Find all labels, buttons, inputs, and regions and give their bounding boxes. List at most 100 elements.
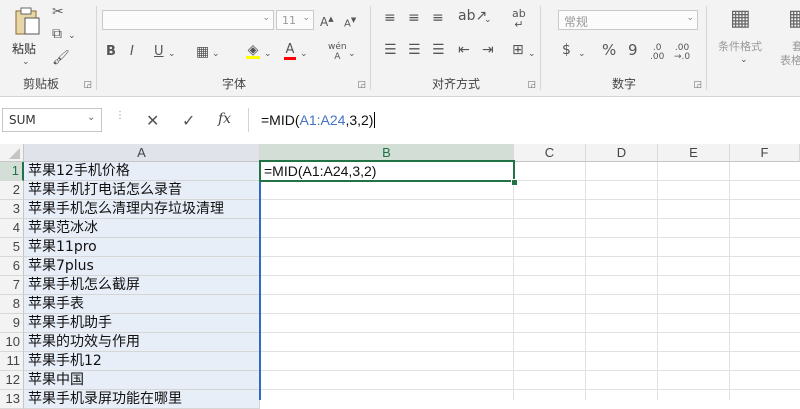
font-color-dropdown-icon[interactable]: ⌄: [300, 46, 308, 62]
row-header[interactable]: 2: [0, 181, 24, 200]
conditional-dropdown-icon[interactable]: ⌄: [740, 52, 748, 68]
insert-function-icon[interactable]: fx: [218, 111, 231, 127]
active-cell-b1[interactable]: =MID(A1:A24,3,2): [259, 160, 515, 182]
gridline: [513, 162, 514, 400]
copy-icon[interactable]: ⧉: [52, 26, 62, 42]
cell-a9[interactable]: 苹果手机助手: [24, 314, 260, 333]
row-header[interactable]: 9: [0, 314, 24, 333]
currency-dropdown-icon[interactable]: ⌄: [578, 46, 586, 62]
row-header[interactable]: 6: [0, 257, 24, 276]
alignment-group: ≡ ≡ ≡ ab↗ ⌄ ab ↵ ☰ ☰ ☰ ⇤ ⇥ ⊞ ⌄ 对齐方式 ◲: [372, 0, 540, 96]
copy-dropdown-icon[interactable]: ⌄: [68, 28, 76, 44]
cell-a2[interactable]: 苹果手机打电话怎么录音: [24, 181, 260, 200]
row-header[interactable]: 1: [0, 162, 24, 181]
cell-a5[interactable]: 苹果11pro: [24, 238, 260, 257]
alignment-launcher-icon[interactable]: ◲: [527, 80, 536, 90]
number-format-dropdown[interactable]: 常规 ⌄: [558, 10, 698, 30]
fill-handle[interactable]: [511, 179, 518, 186]
border-icon[interactable]: ▦: [196, 44, 209, 60]
border-dropdown-icon[interactable]: ⌄: [212, 46, 220, 62]
decrease-font-icon[interactable]: A▼: [344, 12, 356, 32]
gridline: [260, 332, 800, 333]
name-box[interactable]: SUM ⌄: [2, 108, 102, 132]
font-size-dropdown[interactable]: 11 ⌄: [276, 10, 314, 30]
row-header[interactable]: 5: [0, 238, 24, 257]
cut-icon[interactable]: ✂: [52, 4, 64, 20]
increase-indent-icon[interactable]: ⇥: [482, 42, 494, 58]
formula-input[interactable]: =MID(A1:A24,3,2): [248, 108, 800, 132]
comma-style-icon[interactable]: 9: [628, 42, 638, 58]
row-header[interactable]: 7: [0, 276, 24, 295]
decrease-decimal-icon[interactable]: .00 →.0: [674, 44, 690, 62]
currency-icon[interactable]: $: [562, 42, 571, 58]
enter-icon[interactable]: ✓: [182, 111, 195, 130]
decrease-indent-icon[interactable]: ⇤: [458, 42, 470, 58]
cell-a11[interactable]: 苹果手机12: [24, 352, 260, 371]
table-format-icon[interactable]: ▦: [788, 6, 800, 32]
phonetic-icon[interactable]: wén A: [328, 42, 347, 62]
gridline: [729, 162, 730, 400]
chevron-down-icon: ⌄: [686, 13, 694, 23]
cell-a8[interactable]: 苹果手表: [24, 295, 260, 314]
fill-color-icon[interactable]: ◈: [246, 42, 260, 59]
chevron-down-icon[interactable]: ⌄: [87, 112, 95, 123]
row-header[interactable]: 12: [0, 371, 24, 390]
merge-dropdown-icon[interactable]: ⌄: [528, 46, 536, 62]
format-painter-icon[interactable]: 🖌: [52, 50, 70, 66]
align-middle-icon[interactable]: ≡: [408, 10, 420, 26]
column-header-f[interactable]: F: [730, 144, 800, 162]
cell-a4[interactable]: 苹果范冰冰: [24, 219, 260, 238]
number-launcher-icon[interactable]: ◲: [693, 80, 702, 90]
orientation-dropdown-icon[interactable]: ⌄: [484, 12, 492, 28]
font-launcher-icon[interactable]: ◲: [357, 80, 366, 90]
alignment-label: 对齐方式: [431, 77, 480, 91]
column-header-c[interactable]: C: [514, 144, 586, 162]
font-name-dropdown[interactable]: ⌄: [102, 10, 274, 30]
row-header[interactable]: 3: [0, 200, 24, 219]
drag-handle-icon[interactable]: ⋮: [115, 111, 125, 121]
cell-a1[interactable]: 苹果12手机价格: [24, 162, 260, 181]
align-top-icon[interactable]: ≡: [384, 10, 396, 26]
chevron-down-icon: ⌄: [302, 13, 310, 23]
row-header[interactable]: 10: [0, 333, 24, 352]
align-bottom-icon[interactable]: ≡: [432, 10, 444, 26]
underline-icon[interactable]: U: [154, 44, 164, 60]
clipboard-launcher-icon[interactable]: ◲: [83, 80, 92, 90]
table-format-line2[interactable]: 表格格: [780, 52, 800, 68]
orientation-icon[interactable]: ab↗: [458, 8, 487, 24]
cell-a3[interactable]: 苹果手机怎么清理内存垃圾清理: [24, 200, 260, 219]
column-header-e[interactable]: E: [658, 144, 730, 162]
cell-a6[interactable]: 苹果7plus: [24, 257, 260, 276]
font-group: ⌄ 11 ⌄ A▲ A▼ B I U ⌄ ▦ ⌄ ◈ ⌄ A ⌄ wén A ⌄ 字…: [98, 0, 370, 96]
clipboard-group: 粘贴 ⌄ ✂ ⧉ ⌄ 🖌 剪贴板 ◲: [0, 0, 96, 96]
underline-dropdown-icon[interactable]: ⌄: [168, 46, 176, 62]
cell-a7[interactable]: 苹果手机怎么截屏: [24, 276, 260, 295]
align-right-icon[interactable]: ☰: [432, 42, 445, 58]
column-header-d[interactable]: D: [586, 144, 658, 162]
increase-decimal-icon[interactable]: .0.00: [650, 44, 664, 62]
row-header[interactable]: 11: [0, 352, 24, 371]
phonetic-dropdown-icon[interactable]: ⌄: [348, 46, 356, 62]
column-header-a[interactable]: A: [24, 144, 260, 162]
increase-font-icon[interactable]: A▲: [320, 11, 334, 30]
bold-icon[interactable]: B: [106, 44, 116, 60]
font-color-icon[interactable]: A: [284, 42, 296, 60]
percent-icon[interactable]: %: [602, 42, 616, 58]
paste-dropdown-icon[interactable]: ⌄: [22, 54, 30, 70]
gridline: [260, 389, 800, 390]
cell-a10[interactable]: 苹果的功效与作用: [24, 333, 260, 352]
paste-icon[interactable]: [12, 6, 42, 36]
cancel-icon[interactable]: ✕: [146, 111, 159, 130]
wrap-text-icon[interactable]: ab ↵: [512, 8, 526, 30]
gridline: [260, 218, 800, 219]
row-header[interactable]: 8: [0, 295, 24, 314]
conditional-format-icon[interactable]: ▦: [730, 6, 751, 32]
row-header[interactable]: 4: [0, 219, 24, 238]
merge-center-icon[interactable]: ⊞: [512, 42, 524, 58]
italic-icon[interactable]: I: [130, 44, 134, 60]
select-all-corner[interactable]: [0, 144, 24, 162]
fill-color-dropdown-icon[interactable]: ⌄: [264, 46, 272, 62]
cell-a12[interactable]: 苹果中国: [24, 371, 260, 390]
align-center-icon[interactable]: ☰: [408, 42, 421, 58]
align-left-icon[interactable]: ☰: [384, 42, 397, 58]
